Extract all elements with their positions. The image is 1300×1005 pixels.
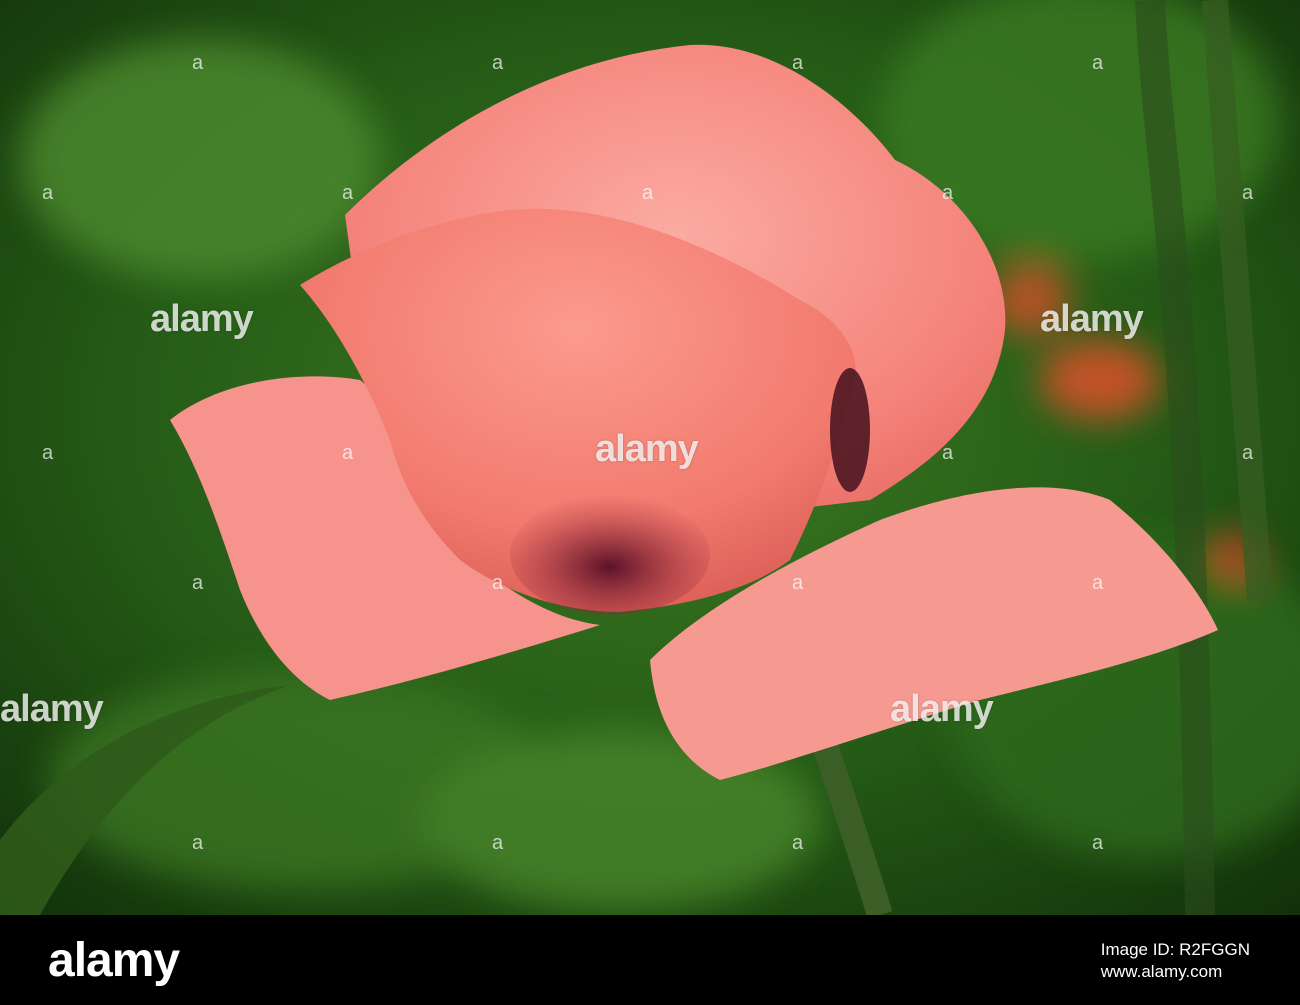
image-id: Image ID: R2FGGN (1100, 940, 1250, 959)
watermark-tile: a (792, 572, 804, 594)
watermark: alamy (1040, 298, 1144, 340)
watermark: alamy (890, 688, 994, 730)
watermark-tile: a (492, 572, 504, 594)
watermark-tile: a (792, 52, 804, 74)
image-info: Image ID: R2FGGN www.alamy.com (1101, 939, 1250, 983)
watermark-tile: a (342, 442, 354, 464)
watermark-tile: a (942, 442, 954, 464)
watermark-tile: a (42, 182, 54, 204)
watermark-tile: a (942, 182, 954, 204)
watermark: alamy (595, 428, 699, 470)
watermark: alamy (0, 688, 104, 730)
photo: alamy alamy alamy alamy alamy a a a a a … (0, 0, 1300, 915)
watermark-tile: a (192, 832, 204, 854)
watermark-tile: a (1092, 572, 1104, 594)
watermark-tile: a (1092, 832, 1104, 854)
watermark-tile: a (192, 572, 204, 594)
watermark-tile: a (492, 52, 504, 74)
watermark-tile: a (1242, 442, 1254, 464)
watermark-tile: a (342, 182, 354, 204)
watermark-tile: a (1092, 52, 1104, 74)
watermark-tile: a (792, 832, 804, 854)
watermark-tile: a (492, 832, 504, 854)
watermark-tile: a (192, 52, 204, 74)
watermark-tile: a (1242, 182, 1254, 204)
watermark: alamy (150, 298, 254, 340)
watermark-tile: a (42, 442, 54, 464)
alamy-logo: alamy (48, 934, 180, 987)
site-url: www.alamy.com (1100, 962, 1223, 981)
watermark-tile: a (642, 182, 654, 204)
footer-bar: alamy Image ID: R2FGGN www.alamy.com (0, 915, 1300, 1005)
